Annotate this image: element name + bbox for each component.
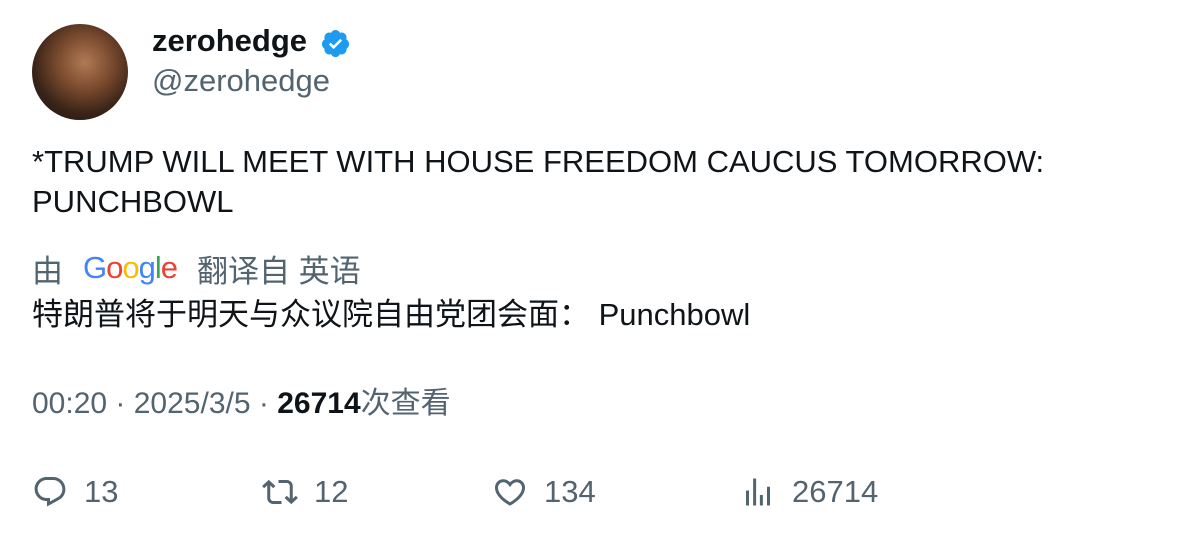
reply-icon [34,477,66,507]
tweet-date[interactable]: 2025/3/5 [134,387,251,420]
views-count-action: 26714 [792,474,879,509]
like-count: 134 [544,474,596,509]
avatar[interactable] [32,24,128,120]
views-count: 26714 [277,387,361,420]
reply-count: 13 [84,474,119,509]
google-logo: Google [83,250,178,285]
like-button[interactable]: 134 [492,468,596,516]
author-handle[interactable]: @zerohedge [152,62,330,100]
action-bar: 13 12 134 26714 [0,468,1196,516]
translation-attribution: 由 Google 翻译自 英语 [32,246,361,290]
retweet-count: 12 [314,474,349,509]
views-chart-icon [746,478,770,506]
translated-text: 特朗普将于明天与众议院自由党团会面： Punchbowl [32,297,751,332]
translated-from-label: 翻译自 英语 [197,253,361,289]
views-suffix: 次查看 [360,387,451,420]
author-name[interactable]: zerohedge [152,22,307,60]
translated-by-label: 由 [32,253,63,289]
tweet-time[interactable]: 00:20 [32,387,107,420]
verified-badge-icon [321,29,350,58]
reply-button[interactable]: 13 [32,468,118,516]
tweet-meta: 00:20 · 2025/3/5 · 26714次查看 [32,387,451,420]
retweet-button[interactable]: 12 [262,468,348,516]
tweet-text: *TRUMP WILL MEET WITH HOUSE FREEDOM CAUC… [32,144,1045,219]
views-button[interactable]: 26714 [740,468,878,516]
heart-icon [494,479,526,506]
retweet-icon [262,479,298,505]
